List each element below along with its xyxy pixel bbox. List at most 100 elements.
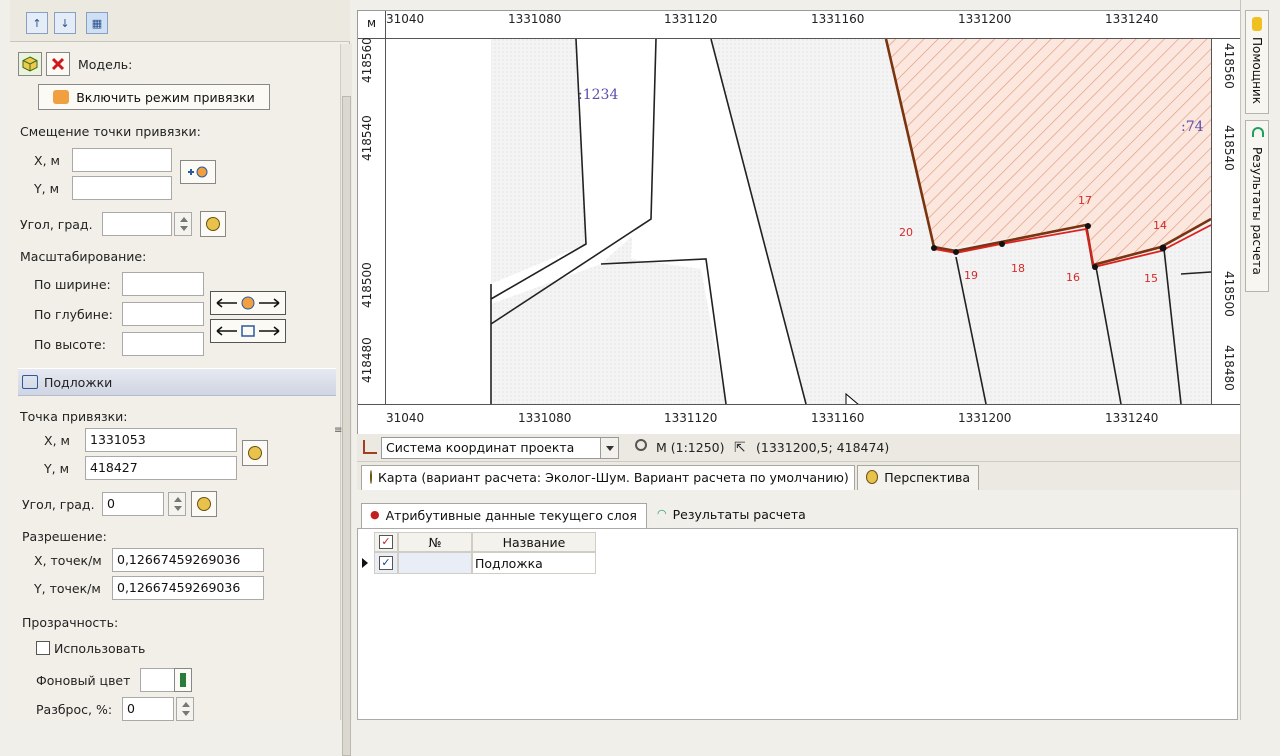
offset-angle-spinner[interactable] (174, 212, 192, 236)
move-down-icon[interactable]: ↓ (54, 12, 76, 34)
width-field[interactable] (122, 272, 204, 296)
left-tick: 418540 (360, 115, 374, 161)
width-label: По ширине: (34, 277, 111, 292)
offset-angle-field[interactable] (102, 212, 172, 236)
delete-model-icon[interactable] (46, 52, 70, 76)
bg-color-label: Фоновый цвет (36, 673, 131, 688)
tab-perspective[interactable]: Перспектива (857, 465, 979, 490)
attribute-data-icon: ● (370, 508, 380, 521)
point-label-15: 15 (1144, 272, 1158, 285)
row-visible-checkbox[interactable]: ✓ (379, 556, 393, 570)
tab-attribute-data[interactable]: ● Атрибутивные данные текущего слоя (361, 503, 647, 528)
tab-calc-results[interactable]: ◠ Результаты расчета (649, 503, 811, 528)
pick-angle-icon[interactable] (200, 211, 226, 237)
right-tick: 418560 (1222, 43, 1236, 89)
coord-axes-icon (363, 440, 377, 454)
column-header-number[interactable]: № (398, 532, 472, 552)
offset-y-field[interactable] (72, 176, 172, 200)
zoom-icon[interactable] (635, 439, 647, 451)
properties-panel: ↑ ↓ ▦ Модель: Включить режим привязки См… (10, 0, 352, 756)
anchor-angle-field[interactable]: 0 (102, 492, 164, 516)
scale-vertical-button[interactable] (210, 319, 286, 343)
underlays-icon (22, 375, 38, 389)
resolution-title: Разрешение: (22, 529, 107, 544)
color-picker-icon[interactable] (174, 668, 192, 692)
data-tabs: ● Атрибутивные данные текущего слоя ◠ Ре… (357, 500, 1240, 528)
right-ruler: 418560 418540 418500 418480 (1211, 39, 1241, 404)
spread-spinner[interactable] (176, 697, 194, 721)
anchor-x-field[interactable]: 1331053 (85, 428, 237, 452)
coord-system-value: Система координат проекта (386, 440, 575, 455)
panel-scrollbar[interactable] (340, 44, 352, 756)
depth-field[interactable] (122, 302, 204, 326)
bottom-tick: 31040 (386, 411, 425, 425)
bg-color-swatch[interactable] (140, 668, 176, 692)
underlays-section-header[interactable]: Подложки (18, 368, 336, 396)
spread-field[interactable]: 0 (122, 697, 174, 721)
map-canvas[interactable]: :1234 :74 20 19 18 17 16 15 14 (386, 39, 1211, 404)
pick-anchor-angle-icon[interactable] (191, 491, 217, 517)
calc-results-icon: ◠ (657, 507, 667, 520)
point-label-17: 17 (1078, 194, 1092, 207)
header-checkbox-icon[interactable]: ✓ (379, 535, 393, 549)
res-x-field[interactable]: 0,12667459269036 (112, 548, 264, 572)
table-row-name[interactable]: Подложка (472, 552, 596, 574)
side-tab-results[interactable]: Результаты расчета (1245, 120, 1269, 292)
top-tick: 1331200 (958, 12, 1012, 26)
panel-scroll-thumb[interactable] (342, 96, 351, 756)
anchor-angle-label: Угол, град. (22, 497, 95, 512)
tab-calc-results-label: Результаты расчета (672, 507, 806, 522)
layer-properties-icon[interactable]: ▦ (86, 12, 108, 34)
pick-anchor-icon[interactable] (242, 440, 268, 466)
scale-horizontal-icon (216, 296, 280, 310)
snap-mode-label: Включить режим привязки (76, 89, 255, 105)
right-tick: 418540 (1222, 125, 1236, 171)
point-label-18: 18 (1011, 262, 1025, 275)
cursor-position-icon: ⇱ (734, 440, 746, 456)
model-label: Модель: (78, 57, 133, 72)
coord-system-select[interactable]: Система координат проекта (381, 437, 619, 459)
bottom-tick: 1331120 (664, 411, 718, 425)
left-ruler: 418560 418540 418500 418480 (358, 37, 386, 404)
column-header-name[interactable]: Название (472, 532, 596, 552)
panel-toolbar: ↑ ↓ ▦ (10, 0, 350, 42)
spread-label: Разброс, %: (36, 702, 113, 717)
res-y-field[interactable]: 0,12667459269036 (112, 576, 264, 600)
view-tabs: Карта (вариант расчета: Эколог-Шум. Вари… (357, 462, 1240, 490)
height-field[interactable] (122, 332, 204, 356)
offset-x-field[interactable] (72, 148, 172, 172)
snap-mode-button[interactable]: Включить режим привязки (38, 84, 270, 110)
left-tick: 418560 (360, 37, 374, 83)
splitter-grip[interactable]: ≡ (334, 425, 342, 439)
table-row-checkbox-cell[interactable]: ✓ (374, 552, 398, 574)
scale-vertical-icon (216, 325, 280, 337)
anchor-angle-spinner[interactable] (168, 492, 186, 516)
anchor-y-field[interactable]: 418427 (85, 456, 237, 480)
use-transparency-checkbox[interactable] (36, 641, 50, 655)
table-row-number[interactable] (398, 552, 472, 574)
right-tick: 418480 (1222, 345, 1236, 391)
left-tick: 418500 (360, 262, 374, 308)
model-cube-icon[interactable] (18, 52, 42, 76)
pick-offset-icon[interactable] (180, 160, 216, 184)
scale-horizontal-button[interactable] (210, 291, 286, 315)
results-icon (1252, 127, 1264, 137)
current-row-indicator-icon (362, 558, 368, 568)
move-up-icon[interactable]: ↑ (26, 12, 48, 34)
offset-x-label: X, м (34, 153, 60, 168)
use-transparency-label: Использовать (54, 641, 146, 656)
chevron-down-icon[interactable] (600, 438, 618, 458)
bottom-tick: 1331240 (1105, 411, 1159, 425)
bottom-ruler: 31040 1331080 1331120 1331160 1331200 13… (358, 404, 1241, 435)
tab-map[interactable]: Карта (вариант расчета: Эколог-Шум. Вари… (361, 465, 855, 490)
select-all-header[interactable]: ✓ (374, 532, 398, 552)
offset-y-label: Y, м (34, 181, 60, 196)
point-label-14: 14 (1153, 219, 1167, 232)
map-view[interactable]: 31040 1331080 1331120 1331160 1331200 13… (357, 10, 1241, 435)
anchor-title: Точка привязки: (20, 409, 128, 424)
perspective-tab-icon (866, 470, 879, 484)
left-tick: 418480 (360, 337, 374, 383)
helper-icon (1252, 17, 1262, 31)
cursor-coords: (1331200,5; 418474) (756, 440, 890, 455)
side-tab-helper[interactable]: Помощник (1245, 10, 1269, 114)
